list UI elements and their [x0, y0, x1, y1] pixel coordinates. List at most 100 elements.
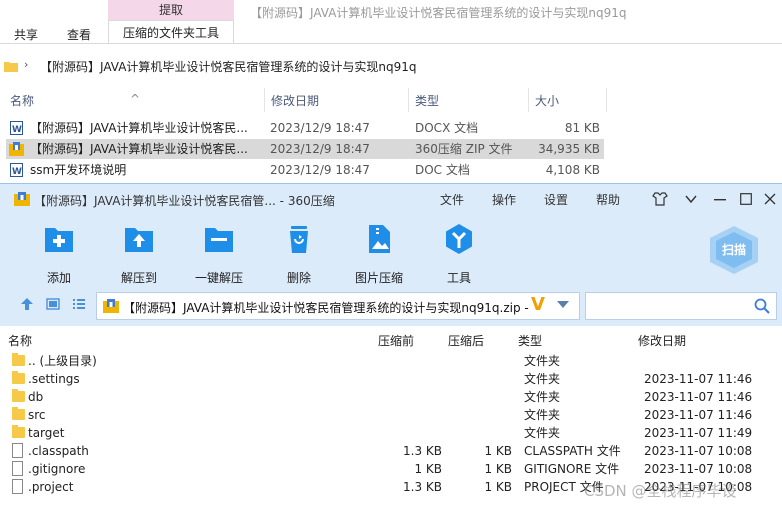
- column-divider[interactable]: [408, 88, 409, 112]
- explorer-window-title: 【附源码】JAVA计算机毕业设计悦客民宿管理系统的设计与实现nq91q: [250, 6, 627, 20]
- zcol-name[interactable]: 名称: [8, 332, 32, 349]
- shirt-skin-icon[interactable]: [652, 192, 668, 206]
- col-name[interactable]: 名称: [10, 92, 34, 109]
- ribbon-context-group[interactable]: 提取: [108, 0, 234, 20]
- zcol-type[interactable]: 类型: [518, 332, 542, 349]
- folder-icon: [12, 425, 25, 438]
- maximize-icon[interactable]: [740, 193, 752, 205]
- word-doc-icon: [10, 120, 23, 140]
- file-name: ssm开发环境说明: [30, 163, 127, 177]
- zip-list-item[interactable]: .gitignore 1 KB 1 KB GITIGNORE 文件 2023-1…: [0, 460, 782, 478]
- column-divider[interactable]: [264, 88, 265, 112]
- zip-path-text: 【附源码】JAVA计算机毕业设计悦客民宿管理系统的设计与实现nq91q.zip …: [123, 301, 529, 315]
- file-name: 【附源码】JAVA计算机毕业设计悦客民...: [30, 121, 248, 135]
- add-label: 添加: [46, 271, 71, 285]
- up-arrow-icon[interactable]: [20, 297, 34, 311]
- scan-label: 扫描: [721, 243, 746, 257]
- file-date: 2023/12/9 18:47: [270, 163, 370, 177]
- tab-share[interactable]: 共享: [14, 26, 38, 43]
- thumbnail-view-icon[interactable]: [46, 297, 60, 311]
- zip-header: 【附源码】JAVA计算机毕业设计悦客民宿管... - 360压缩 文件 操作 设…: [0, 184, 782, 326]
- zip-item-date: 2023-11-07 11:49: [644, 426, 753, 440]
- file-icon: [12, 479, 23, 494]
- zip-window-title: 【附源码】JAVA计算机毕业设计悦客民宿管... - 360压缩: [34, 194, 335, 208]
- file-row[interactable]: 【附源码】JAVA计算机毕业设计悦客民... 2023/12/9 18:47 D…: [6, 118, 604, 140]
- zip-list-item[interactable]: .settings 文件夹 2023-11-07 11:46: [0, 370, 782, 388]
- file-type: DOCX 文档: [415, 121, 479, 135]
- tab-view[interactable]: 查看: [67, 26, 91, 43]
- zip-app-icon: [14, 192, 30, 206]
- menu-settings[interactable]: 设置: [544, 191, 568, 208]
- csdn-watermark: CSDN @全栈程序毕设: [584, 482, 737, 500]
- explorer-ribbon: 提取 【附源码】JAVA计算机毕业设计悦客民宿管理系统的设计与实现nq91q 共…: [0, 0, 782, 44]
- zip-item-date: 2023-11-07 10:08: [644, 462, 753, 476]
- zip-list-item[interactable]: target 文件夹 2023-11-07 11:49: [0, 424, 782, 442]
- file-size: 34,935 KB: [538, 142, 600, 156]
- zip-item-date: 2023-11-07 11:46: [644, 408, 753, 422]
- folder-icon: [12, 389, 25, 402]
- zip-archive-icon: [103, 299, 119, 313]
- chevron-right-icon[interactable]: ›: [24, 58, 28, 71]
- folder-icon: [4, 62, 18, 72]
- menu-help[interactable]: 帮助: [596, 191, 620, 208]
- col-size[interactable]: 大小: [535, 92, 559, 109]
- list-view-icon[interactable]: [72, 297, 86, 311]
- one-click-extract-button[interactable]: 一键解压: [189, 222, 249, 286]
- image-compress-label: 图片压缩: [354, 271, 403, 285]
- file-type: 360压缩 ZIP 文件: [415, 142, 513, 156]
- search-icon[interactable]: [754, 298, 770, 314]
- zip-archive-icon: [9, 142, 24, 156]
- zcol-after[interactable]: 压缩后: [448, 332, 484, 349]
- zip-item-after: 1 KB: [484, 480, 512, 494]
- folder-icon: [12, 371, 25, 384]
- scan-button[interactable]: 扫描: [706, 224, 762, 276]
- file-row[interactable]: ssm开发环境说明 2023/12/9 18:47 DOC 文档 4,108 K…: [6, 160, 604, 182]
- zip-search-input[interactable]: [585, 292, 777, 320]
- folder-icon: [12, 407, 25, 420]
- delete-button[interactable]: 删除: [269, 222, 329, 286]
- add-icon: [45, 228, 73, 252]
- minimize-icon[interactable]: [714, 198, 726, 202]
- zip-item-name: src: [28, 408, 46, 422]
- zcol-compressed[interactable]: 压缩前: [378, 332, 414, 349]
- image-compress-button[interactable]: 图片压缩: [349, 222, 409, 286]
- folder-icon: [12, 353, 25, 366]
- file-type: DOC 文档: [415, 163, 470, 177]
- zip-item-type: 文件夹: [524, 408, 561, 422]
- tab-compressed-folder-tools[interactable]: 压缩的文件夹工具: [108, 20, 234, 44]
- file-date: 2023/12/9 18:47: [270, 142, 370, 156]
- one-click-extract-label: 一键解压: [194, 271, 243, 285]
- zip-list-item[interactable]: src 文件夹 2023-11-07 11:46: [0, 406, 782, 424]
- zip-item-name: .. (上级目录): [28, 354, 97, 368]
- file-date: 2023/12/9 18:47: [270, 121, 370, 135]
- zip-item-name: target: [28, 426, 65, 440]
- one-click-extract-icon: [205, 228, 233, 252]
- zip-item-type: 文件夹: [524, 426, 561, 440]
- col-date[interactable]: 修改日期: [271, 92, 319, 109]
- extract-to-button[interactable]: 解压到: [109, 222, 169, 286]
- menu-operate[interactable]: 操作: [492, 191, 516, 208]
- verified-v-icon: V: [531, 294, 545, 315]
- zip-list-item[interactable]: .. (上级目录) 文件夹: [0, 352, 782, 370]
- file-icon: [12, 461, 23, 476]
- column-divider[interactable]: [528, 88, 529, 112]
- tools-button[interactable]: 工具: [429, 222, 489, 286]
- col-type[interactable]: 类型: [415, 92, 439, 109]
- word-doc-icon: [10, 162, 23, 182]
- zip-list-item[interactable]: .classpath 1.3 KB 1 KB CLASSPATH 文件 2023…: [0, 442, 782, 460]
- file-row[interactable]: 【附源码】JAVA计算机毕业设计悦客民... 2023/12/9 18:47 3…: [6, 139, 604, 159]
- zcol-date[interactable]: 修改日期: [638, 332, 686, 349]
- chevron-down-icon[interactable]: [684, 193, 698, 205]
- address-bar[interactable]: › 【附源码】JAVA计算机毕业设计悦客民宿管理系统的设计与实现nq91q: [0, 52, 782, 80]
- zip-item-compressed: 1 KB: [414, 462, 442, 476]
- zip-path-field[interactable]: 【附源码】JAVA计算机毕业设计悦客民宿管理系统的设计与实现nq91q.zip …: [96, 292, 580, 320]
- sort-up-icon: ^: [130, 92, 141, 106]
- zip-item-name: .project: [28, 480, 74, 494]
- dropdown-arrow-icon[interactable]: [557, 301, 569, 308]
- tools-icon: [446, 224, 472, 254]
- zip-list-item[interactable]: db 文件夹 2023-11-07 11:46: [0, 388, 782, 406]
- column-divider[interactable]: [606, 88, 607, 112]
- close-icon[interactable]: [764, 193, 776, 205]
- add-button[interactable]: 添加: [29, 222, 89, 286]
- menu-file[interactable]: 文件: [440, 191, 464, 208]
